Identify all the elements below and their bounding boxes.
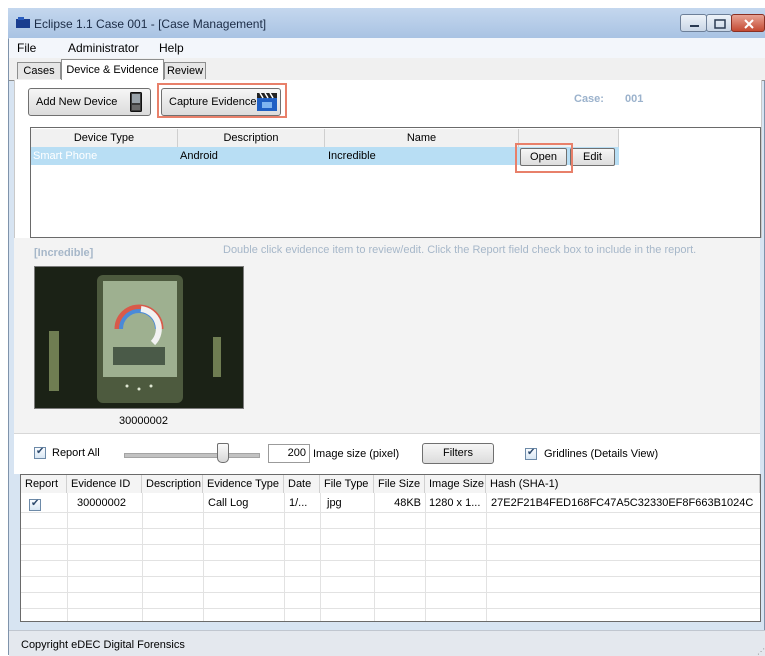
gridlines-label: Gridlines (Details View): [544, 448, 659, 460]
column-header-description[interactable]: Description: [178, 129, 325, 147]
column-header-name[interactable]: Name: [325, 129, 519, 147]
grid-line: [21, 528, 760, 529]
window-title: Eclipse 1.1 Case 001 - [Case Management]: [34, 17, 267, 31]
menu-help[interactable]: Help: [159, 41, 184, 55]
add-new-device-label: Add New Device: [36, 96, 118, 108]
column-header-file-type[interactable]: File Type: [320, 475, 374, 493]
column-header-image-size[interactable]: Image Size: [425, 475, 486, 493]
grid-line: [21, 560, 760, 561]
column-header-date[interactable]: Date: [284, 475, 320, 493]
maximize-button[interactable]: [706, 14, 732, 32]
checkmark-icon: ✔: [36, 446, 45, 457]
menu-file[interactable]: File: [17, 41, 36, 55]
hash-cell: 27E2F21B4FED168FC47A5C32330EF8F663B1024C: [491, 497, 754, 509]
highlight-open-button: [515, 143, 573, 173]
tab-device-evidence[interactable]: Device & Evidence: [61, 59, 164, 80]
device-name-cell: Incredible: [328, 150, 376, 162]
tab-review[interactable]: Review: [164, 62, 206, 79]
checkmark-icon: ✔: [527, 447, 536, 458]
selected-device-name: [Incredible]: [34, 247, 94, 259]
column-header-evidence-type[interactable]: Evidence Type: [203, 475, 284, 493]
column-header-file-size[interactable]: File Size: [374, 475, 425, 493]
tab-cases[interactable]: Cases: [17, 62, 61, 79]
image-size-input[interactable]: 200: [268, 444, 310, 463]
filters-button[interactable]: Filters: [422, 443, 494, 464]
phone-icon: [130, 92, 142, 112]
evidence-type-cell: Call Log: [208, 497, 249, 509]
checkmark-icon: ✔: [31, 498, 40, 509]
grid-line: [21, 576, 760, 577]
minimize-button[interactable]: [680, 14, 707, 32]
minimize-icon: [690, 25, 699, 27]
image-size-cell: 1280 x 1...: [429, 497, 481, 509]
evidence-thumbnail[interactable]: [34, 266, 244, 409]
column-header-evidence-id[interactable]: Evidence ID: [67, 475, 142, 493]
column-header-hash[interactable]: Hash (SHA-1): [486, 475, 760, 493]
app-icon: [16, 17, 30, 29]
phone-photo-image: [35, 267, 243, 408]
report-all-label: Report All: [52, 447, 100, 459]
menu-administrator[interactable]: Administrator: [68, 41, 139, 55]
evidence-hint: Double click evidence item to review/edi…: [223, 244, 697, 256]
grid-line: [21, 608, 760, 609]
grid-line: [21, 544, 760, 545]
file-type-cell: jpg: [327, 497, 342, 509]
report-all-checkbox[interactable]: ✔: [34, 446, 46, 459]
case-number: 001: [625, 93, 644, 105]
device-description-cell: Android: [180, 150, 218, 162]
image-size-slider-track[interactable]: [124, 453, 260, 458]
date-cell: 1/...: [289, 497, 308, 509]
case-label: Case:: [574, 93, 604, 105]
grid-line: [21, 512, 760, 513]
image-size-label: Image size (pixel): [313, 448, 400, 460]
edit-button[interactable]: Edit: [570, 148, 615, 166]
maximize-icon: [714, 19, 726, 29]
highlight-capture-evidence: [157, 83, 287, 118]
image-size-slider-handle[interactable]: [217, 443, 229, 463]
device-type-cell: Smart Phone: [33, 150, 98, 162]
column-header-device-type[interactable]: Device Type: [31, 129, 178, 147]
column-header-description[interactable]: Description: [142, 475, 203, 493]
grid-line: [21, 592, 760, 593]
close-button[interactable]: [731, 14, 765, 32]
column-header-report[interactable]: Report: [21, 475, 67, 493]
report-row-checkbox[interactable]: ✔: [29, 498, 41, 511]
file-size-cell: 48KB: [394, 497, 421, 509]
status-text: Copyright eDEC Digital Forensics: [21, 639, 185, 651]
gridlines-checkbox[interactable]: ✔: [525, 447, 537, 460]
thumbnail-caption: 30000002: [119, 415, 168, 427]
add-new-device-button[interactable]: Add New Device: [28, 88, 151, 116]
evidence-id-cell: 30000002: [77, 497, 126, 509]
close-icon: [744, 19, 754, 29]
